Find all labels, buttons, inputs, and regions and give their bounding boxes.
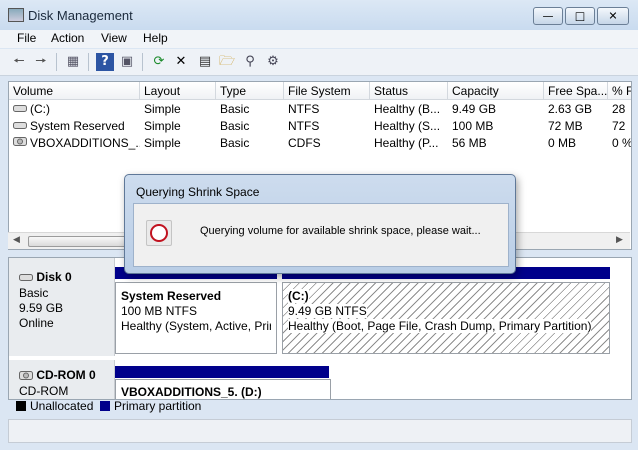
properties-view-icon[interactable]: ▦ <box>64 53 82 71</box>
volume-layout: Simple <box>144 102 181 116</box>
volume-capacity: 9.49 GB <box>452 102 497 116</box>
column-header-free-space[interactable]: Free Spa... <box>544 82 608 100</box>
disk-icon <box>19 270 33 284</box>
delete-icon[interactable]: ✕ <box>172 53 190 71</box>
minimize-button[interactable]: — <box>533 7 563 25</box>
column-header-layout[interactable]: Layout <box>140 82 216 100</box>
partition-size: 9.49 GB NTFS <box>288 304 367 318</box>
close-button[interactable]: ✕ <box>597 7 629 25</box>
volume-free-space: 72 MB <box>548 119 583 133</box>
partition-status: Healthy (System, Active, Prir <box>121 319 271 333</box>
volume-file-system: NTFS <box>288 102 320 116</box>
close-icon: ✕ <box>608 9 618 23</box>
disk-map-pane: Disk 0 Basic 9.59 GB Online System Reser… <box>8 257 632 400</box>
disk0-state: Online <box>19 316 54 330</box>
partition-title: (C:) <box>288 289 309 303</box>
toolbar-separator <box>56 53 57 71</box>
toolbar-separator <box>142 53 143 71</box>
volume-layout: Simple <box>144 136 181 150</box>
legend-unallocated: Unallocated <box>30 399 94 413</box>
back-icon[interactable]: 🠔 <box>10 53 28 71</box>
forward-icon[interactable]: 🠖 <box>32 53 50 71</box>
volume-type: Basic <box>220 119 250 133</box>
volume-file-system: CDFS <box>288 136 321 150</box>
disk-management-app-icon <box>8 8 24 22</box>
disk0-label[interactable]: Disk 0 Basic 9.59 GB Online <box>9 258 115 356</box>
scroll-left-icon[interactable]: ◀ <box>13 235 20 245</box>
dialog-message: Querying volume for available shrink spa… <box>200 225 481 237</box>
title-bar: Disk Management — □ ✕ <box>0 0 638 30</box>
disk0-size: 9.59 GB <box>19 301 64 315</box>
legend-primary-partition: Primary partition <box>114 399 202 413</box>
partition-cdrom[interactable]: VBOXADDITIONS_5. (D:) <box>115 379 331 399</box>
column-header-status[interactable]: Status <box>370 82 448 100</box>
menu-view[interactable]: View <box>101 31 127 45</box>
help-icon[interactable]: ? <box>96 53 114 71</box>
column-header-capacity[interactable]: Capacity <box>448 82 544 100</box>
dialog-title: Querying Shrink Space <box>136 185 260 199</box>
menu-file[interactable]: File <box>17 31 36 45</box>
column-header-percent-free[interactable]: % F <box>608 82 631 100</box>
drive-icon <box>13 118 27 135</box>
cdrom-partition-bar <box>115 366 329 378</box>
unallocated-swatch <box>16 401 26 411</box>
partition-status: Healthy (Boot, Page File, Crash Dump, Pr… <box>288 319 592 333</box>
column-header-type[interactable]: Type <box>216 82 284 100</box>
drive-icon <box>13 101 27 118</box>
partition-system-reserved[interactable]: System Reserved 100 MB NTFS Healthy (Sys… <box>115 282 277 354</box>
volume-capacity: 100 MB <box>452 119 494 133</box>
status-bar <box>8 419 632 443</box>
partition-size: 100 MB NTFS <box>121 304 198 318</box>
volume-status: Healthy (S... <box>374 119 441 133</box>
volume-name: VBOXADDITIONS_... <box>30 136 140 150</box>
cdrom0-label[interactable]: CD-ROM 0 CD-ROM <box>9 360 115 399</box>
minimize-icon: — <box>542 9 554 23</box>
menu-bar: File Action View Help <box>0 30 638 48</box>
volume-status: Healthy (B... <box>374 102 441 116</box>
volume-file-system: NTFS <box>288 119 320 133</box>
volume-status: Healthy (P... <box>374 136 439 150</box>
cdrom0-name: CD-ROM 0 <box>36 368 96 382</box>
disk0-type: Basic <box>19 286 49 300</box>
toolbar-separator <box>88 53 89 71</box>
volume-name: System Reserved <box>30 119 125 133</box>
volume-layout: Simple <box>144 119 181 133</box>
maximize-icon: □ <box>574 9 586 23</box>
volume-free-space: 2.63 GB <box>548 102 593 116</box>
disk0-name: Disk 0 <box>36 270 72 284</box>
scroll-right-icon[interactable]: ▶ <box>616 235 623 245</box>
primary-partition-swatch <box>100 401 110 411</box>
cd-drive-icon <box>19 368 33 382</box>
volume-percent-free: 72 <box>612 119 626 133</box>
show-hide-icon[interactable]: ▣ <box>118 53 136 71</box>
column-header-volume[interactable]: Volume <box>9 82 140 100</box>
volume-percent-free: 28 <box>612 102 626 116</box>
column-header-file-system[interactable]: File System <box>284 82 370 100</box>
clock-icon <box>146 220 172 246</box>
dialog-body: Querying volume for available shrink spa… <box>133 203 509 267</box>
volume-type: Basic <box>220 102 250 116</box>
window-title: Disk Management <box>28 8 133 23</box>
new-volume-icon[interactable]: ▤ <box>196 53 214 71</box>
partition-title: System Reserved <box>121 289 222 303</box>
find-icon[interactable]: ⚲ <box>241 53 259 71</box>
volume-free-space: 0 MB <box>548 136 577 150</box>
volume-percent-free: 0 % <box>612 136 632 150</box>
settings-icon[interactable]: ⚙ <box>264 53 282 71</box>
cd-drive-icon <box>13 135 27 152</box>
partition-title: VBOXADDITIONS_5. (D:) <box>121 385 262 399</box>
toolbar: 🠔 🠖 ▦ ? ▣ ⟳ ✕ ▤ 🗁 ⚲ ⚙ <box>0 49 638 76</box>
volume-capacity: 56 MB <box>452 136 487 150</box>
cdrom0-type: CD-ROM <box>19 384 69 398</box>
refresh-icon[interactable]: ⟳ <box>150 53 168 71</box>
menu-action[interactable]: Action <box>51 31 84 45</box>
volume-name: (C:) <box>30 102 50 116</box>
volume-type: Basic <box>220 136 250 150</box>
querying-shrink-space-dialog: Querying Shrink Space Querying volume fo… <box>124 174 516 274</box>
partition-c-drive[interactable]: (C:) 9.49 GB NTFS Healthy (Boot, Page Fi… <box>282 282 610 354</box>
menu-help[interactable]: Help <box>143 31 168 45</box>
open-icon[interactable]: 🗁 <box>218 53 236 71</box>
maximize-button[interactable]: □ <box>565 7 595 25</box>
disk-management-window: Disk Management — □ ✕ File Action View H… <box>0 0 638 450</box>
